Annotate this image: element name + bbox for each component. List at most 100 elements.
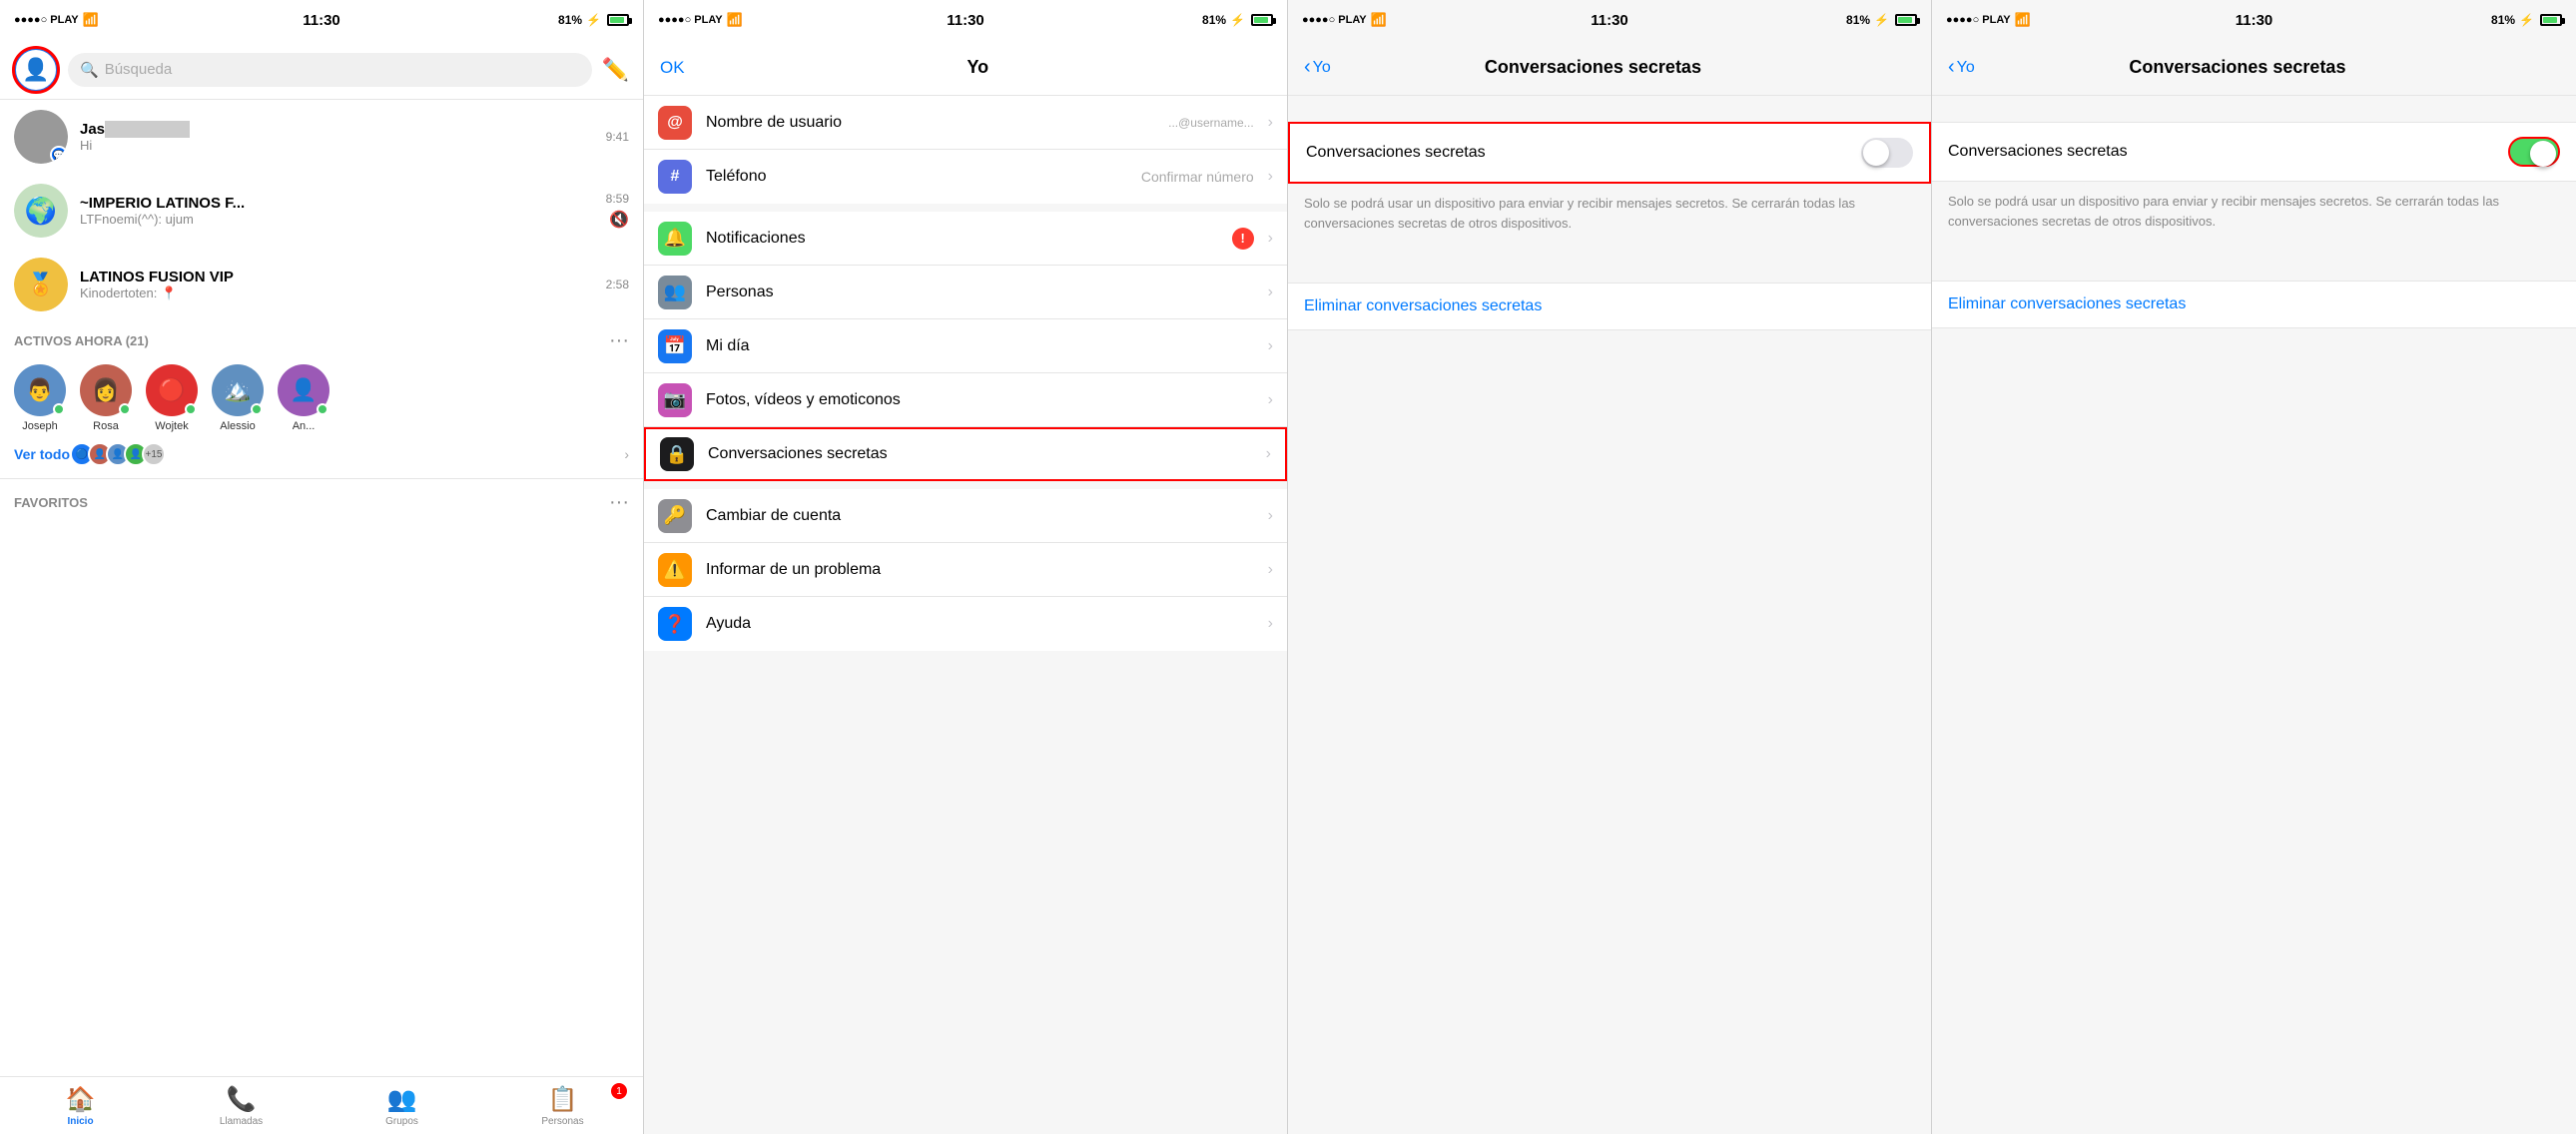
chat-list: 💬 Jas████████ Hi 9:41 🌍 ~IMPERIO LATINOS…	[0, 100, 643, 1076]
secret-toggle-switch-on[interactable]	[2508, 137, 2560, 167]
charging-icon-1: ⚡	[586, 13, 601, 27]
battery-pct-2: 81%	[1202, 13, 1226, 27]
photos-label: Fotos, vídeos y emoticonos	[706, 391, 1254, 409]
settings-item-username[interactable]: @ Nombre de usuario ...@username... ›	[644, 96, 1287, 150]
secret-toggle-label-on: Conversaciones secretas	[1948, 143, 2128, 161]
secret-toggle-row-off: Conversaciones secretas	[1288, 122, 1931, 184]
time-4: 11:30	[2236, 12, 2273, 29]
active-now-title: ACTIVOS AHORA (21)	[14, 333, 149, 348]
signal-4: ●●●●○ PLAY	[1946, 14, 2011, 26]
secret-action-on[interactable]: Eliminar conversaciones secretas	[1932, 281, 2576, 328]
hash-icon: #	[658, 160, 692, 194]
battery-pct-3: 81%	[1846, 13, 1870, 27]
mute-icon-imperio: 🔇	[609, 210, 629, 230]
carrier-signal-2: ●●●●○ PLAY 📶	[658, 12, 743, 28]
chat-meta-jas: 9:41	[606, 130, 629, 144]
battery-icon-4	[2540, 14, 2562, 26]
secret-content-on: Conversaciones secretas Solo se podrá us…	[1932, 96, 2576, 1134]
secret-toggle-label-off: Conversaciones secretas	[1306, 144, 1486, 162]
active-user-joseph[interactable]: 👨 Joseph	[14, 364, 66, 432]
tab-grupos[interactable]: 👥 Grupos	[322, 1085, 482, 1127]
see-all-link[interactable]: Ver todo	[14, 446, 70, 462]
back-label-3: Yo	[1313, 59, 1331, 77]
wifi-icon-1: 📶	[83, 12, 99, 28]
secret-action-text-on: Eliminar conversaciones secretas	[1948, 295, 2186, 312]
lock-icon: 🔒	[660, 437, 694, 471]
secret-toggle-switch-off[interactable]	[1861, 138, 1913, 168]
tab-label-inicio: Inicio	[67, 1116, 93, 1127]
secret-chats-chevron-icon: ›	[1266, 445, 1271, 463]
status-bar-2: ●●●●○ PLAY 📶 11:30 81% ⚡	[644, 0, 1287, 40]
settings-item-people[interactable]: 👥 Personas ›	[644, 266, 1287, 319]
charging-icon-3: ⚡	[1874, 13, 1889, 27]
secret-desc-on: Solo se podrá usar un dispositivo para e…	[1932, 182, 2576, 241]
favorites-more[interactable]: ···	[609, 491, 629, 514]
key-icon: 🔑	[658, 499, 692, 533]
tab-inicio[interactable]: 🏠 Inicio	[0, 1085, 161, 1127]
settings-item-notifications[interactable]: 🔔 Notificaciones ! ›	[644, 212, 1287, 266]
carrier-signal-3: ●●●●○ PLAY 📶	[1302, 12, 1387, 28]
active-dot-alessio	[251, 403, 263, 415]
active-name-wojtek: Wojtek	[155, 420, 188, 432]
favorites-header: FAVORITOS ···	[0, 483, 643, 520]
chat-item-latinos[interactable]: 🏅 LATINOS FUSION VIP Kinodertoten: 📍 2:5…	[0, 248, 643, 321]
secret-action-off[interactable]: Eliminar conversaciones secretas	[1288, 283, 1931, 330]
battery-pct-4: 81%	[2491, 13, 2515, 27]
active-dot-rosa	[119, 403, 131, 415]
time-2: 11:30	[947, 12, 984, 29]
back-button-4[interactable]: ‹ Yo	[1948, 56, 1975, 79]
chat-time-jas: 9:41	[606, 130, 629, 144]
active-user-rosa[interactable]: 👩 Rosa	[80, 364, 132, 432]
back-label-4: Yo	[1957, 59, 1975, 77]
signal-2: ●●●●○ PLAY	[658, 14, 723, 26]
settings-item-secret-chats[interactable]: 🔒 Conversaciones secretas ›	[644, 427, 1287, 481]
ok-button[interactable]: OK	[660, 58, 685, 78]
active-user-an[interactable]: 👤 An...	[278, 364, 329, 432]
status-bar-1: ●●●●○ PLAY 📶 11:30 81% ⚡	[0, 0, 643, 40]
settings-item-phone[interactable]: # Teléfono Confirmar número ›	[644, 150, 1287, 204]
groups-icon: 👥	[387, 1085, 417, 1114]
tab-llamadas[interactable]: 📞 Llamadas	[161, 1085, 322, 1127]
settings-item-switch-account[interactable]: 🔑 Cambiar de cuenta ›	[644, 489, 1287, 543]
messenger-badge-jas: 💬	[50, 146, 68, 164]
messenger-header: 👤 🔍 Búsqueda ✏️	[0, 40, 643, 100]
carrier-signal-4: ●●●●○ PLAY 📶	[1946, 12, 2031, 28]
tab-label-llamadas: Llamadas	[220, 1116, 263, 1127]
tab-personas[interactable]: 📋 Personas 1	[482, 1085, 643, 1127]
time-1: 11:30	[303, 12, 340, 29]
battery-icon-3	[1895, 14, 1917, 26]
chat-item-imperio[interactable]: 🌍 ~IMPERIO LATINOS F... LTFnoemi(^^): uj…	[0, 174, 643, 248]
myday-chevron-icon: ›	[1268, 337, 1273, 355]
chat-name-jas: Jas████████	[80, 121, 594, 138]
settings-item-photos[interactable]: 📷 Fotos, vídeos y emoticonos ›	[644, 373, 1287, 427]
settings-item-help[interactable]: ❓ Ayuda ›	[644, 597, 1287, 651]
notifications-label: Notificaciones	[706, 230, 1218, 248]
profile-avatar-button[interactable]: 👤	[14, 48, 58, 92]
switch-account-chevron-icon: ›	[1268, 507, 1273, 525]
photos-chevron-icon: ›	[1268, 391, 1273, 409]
search-icon: 🔍	[80, 61, 99, 79]
signal-3: ●●●●○ PLAY	[1302, 14, 1367, 26]
settings-item-report[interactable]: ⚠️ Informar de un problema ›	[644, 543, 1287, 597]
phone-label: Teléfono	[706, 168, 1127, 186]
active-now-more[interactable]: ···	[609, 329, 629, 352]
charging-icon-4: ⚡	[2519, 13, 2534, 27]
active-dot-wojtek	[185, 403, 197, 415]
home-icon: 🏠	[66, 1085, 96, 1114]
chat-item-jas[interactable]: 💬 Jas████████ Hi 9:41	[0, 100, 643, 174]
chat-time-imperio: 8:59	[606, 192, 629, 206]
compose-button[interactable]: ✏️	[602, 57, 629, 83]
people-settings-icon: 👥	[658, 276, 692, 309]
back-button-3[interactable]: ‹ Yo	[1304, 56, 1331, 79]
active-name-joseph: Joseph	[22, 420, 57, 432]
battery-area-1: 81% ⚡	[558, 13, 629, 27]
active-user-alessio[interactable]: 🏔️ Alessio	[212, 364, 264, 432]
people-label: Personas	[706, 284, 1254, 301]
divider-1	[0, 478, 643, 479]
help-icon: ❓	[658, 607, 692, 641]
battery-area-3: 81% ⚡	[1846, 13, 1917, 27]
active-user-wojtek[interactable]: 🔴 Wojtek	[146, 364, 198, 432]
people-icon: 📋	[548, 1085, 578, 1114]
search-bar[interactable]: 🔍 Búsqueda	[68, 53, 592, 87]
settings-item-myday[interactable]: 📅 Mi día ›	[644, 319, 1287, 373]
